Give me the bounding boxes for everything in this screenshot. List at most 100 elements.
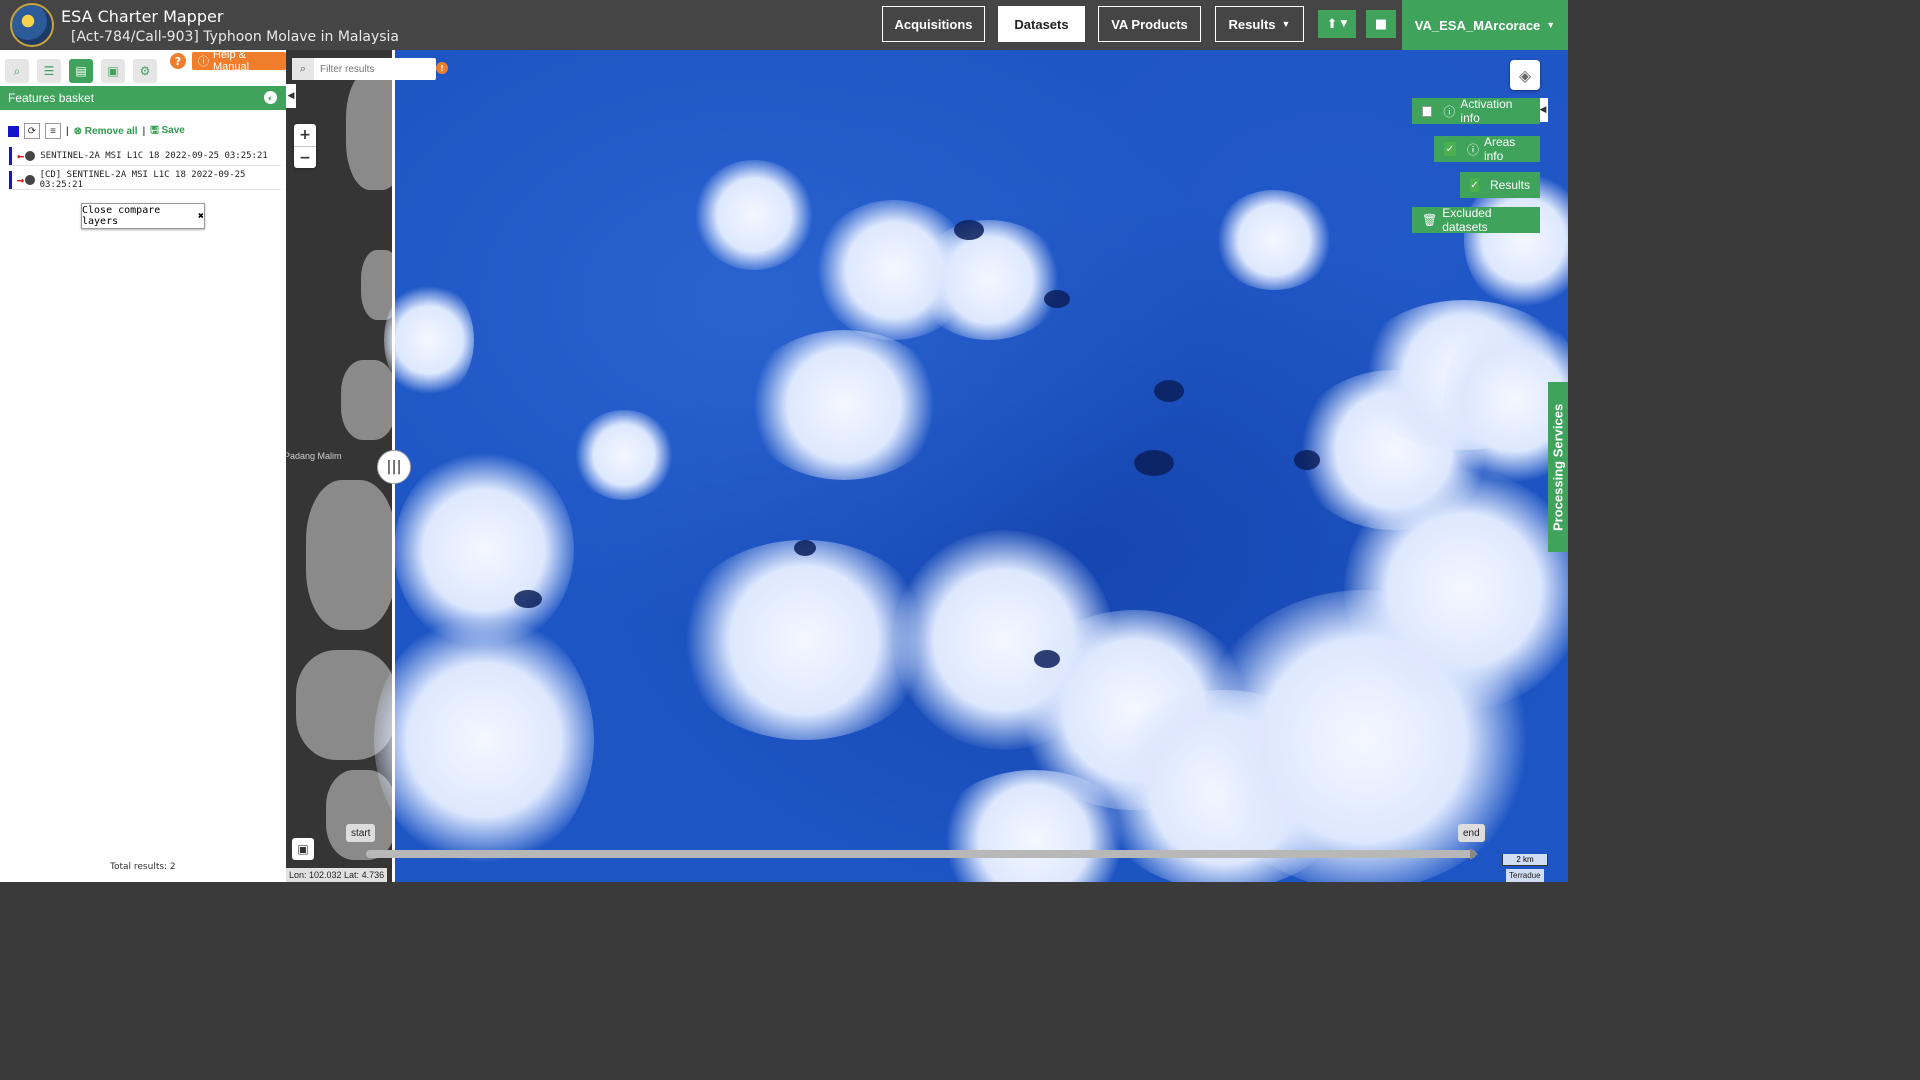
basket-item[interactable]: ← SENTINEL-2A MSI L1C 18 2022-09-25 03:2… — [9, 146, 281, 166]
filter-results-input[interactable] — [314, 63, 432, 75]
chevron-down-icon: ▼ — [1337, 19, 1348, 29]
processing-services-tab[interactable]: Processing Services — [1548, 382, 1568, 552]
chevron-down-icon: ▼ — [1546, 20, 1556, 30]
info-icon: ⓘ — [1443, 104, 1456, 119]
search-icon: ⌕ — [13, 63, 21, 78]
map-attribution: Terradue — [1506, 869, 1544, 882]
top-header: ESA Charter Mapper [Act-784/Call-903] Ty… — [0, 0, 1568, 50]
nav-datasets-button[interactable]: Datasets — [998, 6, 1085, 42]
place-label: Padang Malim — [286, 451, 342, 461]
item-label: [CD] SENTINEL-2A MSI L1C 18 2022-09-25 0… — [39, 169, 246, 190]
cloud — [744, 330, 944, 480]
cloud-shadow — [1034, 650, 1060, 668]
check-icon: ✓ — [1444, 142, 1456, 156]
results-label: Results — [1489, 178, 1530, 192]
select-all-checkbox[interactable] — [8, 125, 19, 137]
globe-icon — [25, 174, 35, 185]
settings-tool-button[interactable]: ⚙ — [133, 59, 157, 83]
activation-info-toggle[interactable]: ⓘ Activation info — [1412, 97, 1540, 125]
arrow-right-icon: → — [16, 172, 25, 187]
expand-icon: ▣ — [297, 842, 309, 856]
cloud — [694, 160, 814, 270]
collapse-left-panel-button[interactable]: ◀ — [286, 84, 296, 108]
left-panel: ⌕ ☰ ▤ ▣ ⚙ ? ⓘ Help & Manual Features bask… — [0, 49, 286, 882]
zoom-in-button[interactable]: + — [294, 124, 316, 146]
basemap-shape — [346, 70, 394, 190]
remove-all-link[interactable]: ⊗ Remove all — [74, 126, 138, 137]
refresh-icon: ⟳ — [27, 125, 37, 137]
cloud-shadow — [794, 540, 816, 556]
refresh-button[interactable]: ⟳ — [24, 123, 40, 139]
menu-button[interactable]: ≡ — [45, 123, 61, 139]
search-icon: ⌕ — [292, 58, 314, 80]
warning-icon[interactable]: ! — [436, 62, 448, 74]
check-icon: ✓ — [1470, 178, 1479, 192]
cursor-coordinates: Lon: 102.032 Lat: 4.736 — [286, 868, 388, 882]
areas-info-toggle[interactable]: ✓ ⓘ Areas info — [1434, 135, 1540, 163]
expand-timeline-button[interactable]: ▣ — [292, 838, 314, 860]
upload-icon: ⬆ — [1326, 16, 1338, 32]
archive-tool-button[interactable]: ▣ — [101, 59, 125, 83]
areas-info-label: Areas info — [1483, 135, 1516, 163]
cloud — [1214, 190, 1334, 290]
nav-acquisitions-button[interactable]: Acquisitions — [882, 6, 985, 42]
cloud-shadow — [1044, 290, 1070, 308]
zoom-out-button[interactable]: − — [294, 146, 316, 168]
timeline-slider[interactable] — [366, 850, 1476, 858]
archive-icon: ▣ — [107, 64, 119, 78]
basket-icon: ▤ — [75, 64, 87, 78]
save-link[interactable]: 🖫 Save — [150, 123, 185, 140]
arrow-left-icon: ← — [17, 148, 25, 163]
list-tool-button[interactable]: ☰ — [37, 59, 61, 83]
layers-icon: ◈ — [1518, 65, 1532, 85]
timeline-end-label[interactable]: end — [1458, 824, 1485, 842]
cloud-shadow — [514, 590, 542, 608]
nav-label: Datasets — [1014, 16, 1069, 32]
user-name: VA_ESA_MArcorace — [1414, 17, 1541, 33]
question-icon[interactable]: ? — [170, 53, 186, 69]
nav-va-products-button[interactable]: VA Products — [1098, 6, 1201, 42]
item-color-bar — [9, 146, 12, 165]
search-tool-button[interactable]: ⌕ — [5, 59, 29, 83]
cloud-shadow — [1294, 450, 1320, 470]
basemap-shape — [306, 480, 394, 630]
remove-all-label: Remove all — [84, 125, 138, 137]
info-icon: ⓘ — [1466, 142, 1479, 157]
briefcase-icon: ■ — [1374, 16, 1388, 32]
cloud — [384, 280, 474, 400]
cloud — [374, 610, 594, 870]
swipe-handle[interactable]: ||| — [377, 450, 411, 484]
separator: | — [66, 125, 69, 137]
upload-button[interactable]: ⬆ ▼ — [1318, 10, 1356, 38]
nav-label: Acquisitions — [894, 16, 973, 32]
help-label: Help & Manual — [213, 49, 250, 73]
layers-button[interactable]: ◈ — [1510, 60, 1540, 90]
activation-info-checkbox[interactable] — [1422, 105, 1433, 117]
item-label: SENTINEL-2A MSI L1C 18 2022-09-25 03:25:… — [40, 150, 268, 161]
nav-label: VA Products — [1111, 16, 1188, 32]
results-toggle[interactable]: ✓ Results — [1460, 172, 1540, 198]
basemap-shape — [341, 360, 394, 440]
scale-bar: 2 km — [1502, 854, 1548, 866]
menu-icon: ≡ — [50, 125, 56, 137]
timeline-start-label[interactable]: start — [346, 824, 376, 842]
toggle-icon[interactable]: ◐ — [264, 91, 277, 104]
cloud — [574, 410, 674, 500]
nav-results-button[interactable]: Results ▼ — [1215, 6, 1304, 42]
timeline-handle[interactable] — [1470, 848, 1478, 860]
excluded-datasets-button[interactable]: 🗑 Excluded datasets — [1412, 206, 1540, 234]
panel-toolbar: ⌕ ☰ ▤ ▣ ⚙ ? ⓘ Help & Manual — [0, 49, 286, 86]
basket-tool-button[interactable]: ▤ — [69, 59, 93, 83]
help-manual-button[interactable]: ⓘ Help & Manual — [192, 49, 286, 73]
trash-icon: 🗑 — [1422, 213, 1438, 227]
processing-services-label: Processing Services — [1550, 403, 1566, 531]
close-compare-label: Close compare layers — [82, 205, 161, 227]
close-icon: ✖ — [197, 210, 204, 222]
basket-item[interactable]: → [CD] SENTINEL-2A MSI L1C 18 2022-09-25… — [9, 170, 281, 190]
nav-label: Results — [1228, 16, 1276, 32]
briefcase-button[interactable]: ■ — [1366, 10, 1396, 38]
cloud-shadow — [954, 220, 984, 240]
user-menu-button[interactable]: VA_ESA_MArcorace ▼ — [1402, 0, 1568, 50]
close-compare-layers-button[interactable]: Close compare layers ✖ — [81, 203, 205, 229]
map-view[interactable]: Padang Malim ||| ⌕ ! ◀ — [286, 50, 1568, 882]
